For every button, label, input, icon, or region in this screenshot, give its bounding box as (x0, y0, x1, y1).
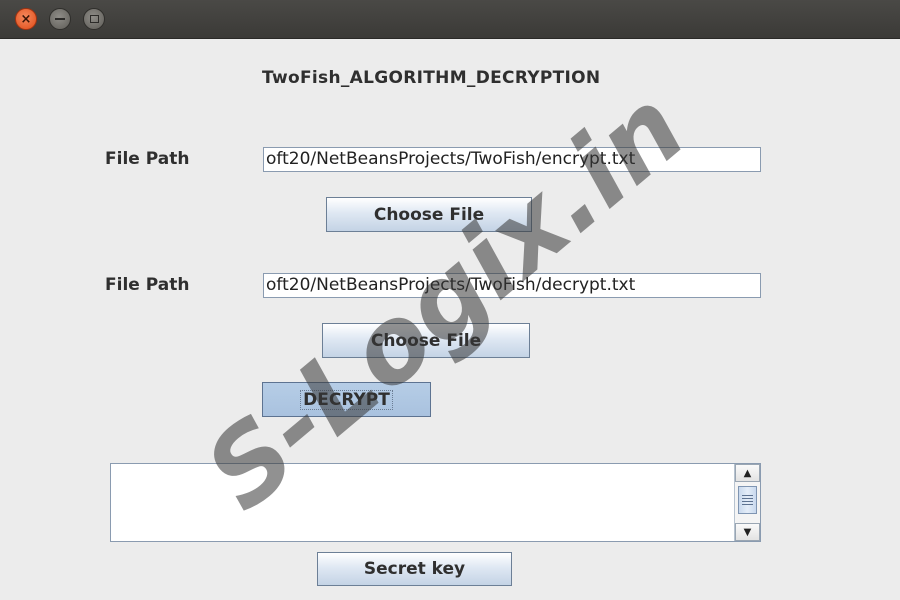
scrollbar-thumb[interactable] (738, 486, 757, 514)
minimize-icon (55, 18, 65, 20)
choose-output-file-button-label: Choose File (370, 330, 482, 351)
scroll-up-button[interactable]: ▲ (735, 464, 760, 482)
choose-input-file-button-label: Choose File (373, 204, 485, 225)
choose-output-file-button[interactable]: Choose File (322, 323, 530, 358)
input-file-path-label: File Path (105, 149, 190, 169)
decrypt-button[interactable]: DECRYPT (262, 382, 431, 417)
close-button[interactable]: × (15, 8, 37, 30)
page-title: TwoFish_ALGORITHM_DECRYPTION (262, 68, 601, 88)
maximize-icon (89, 15, 99, 23)
minimize-button[interactable] (49, 8, 71, 30)
output-text-area[interactable]: ▲ ▼ (110, 463, 761, 542)
close-icon: × (20, 11, 32, 27)
output-file-path-field[interactable]: oft20/NetBeansProjects/TwoFish/decrypt.t… (263, 273, 761, 298)
maximize-button[interactable] (83, 8, 105, 30)
vertical-scrollbar[interactable]: ▲ ▼ (734, 464, 760, 541)
secret-key-button[interactable]: Secret key (317, 552, 512, 586)
choose-input-file-button[interactable]: Choose File (326, 197, 532, 232)
decrypt-button-label: DECRYPT (300, 389, 393, 410)
scroll-down-button[interactable]: ▼ (735, 523, 760, 541)
triangle-down-icon: ▼ (743, 526, 752, 538)
output-file-path-label: File Path (105, 275, 190, 295)
window-titlebar: × (0, 0, 900, 39)
triangle-up-icon: ▲ (743, 467, 752, 479)
secret-key-button-label: Secret key (363, 559, 466, 579)
input-file-path-field[interactable]: oft20/NetBeansProjects/TwoFish/encrypt.t… (263, 147, 761, 172)
